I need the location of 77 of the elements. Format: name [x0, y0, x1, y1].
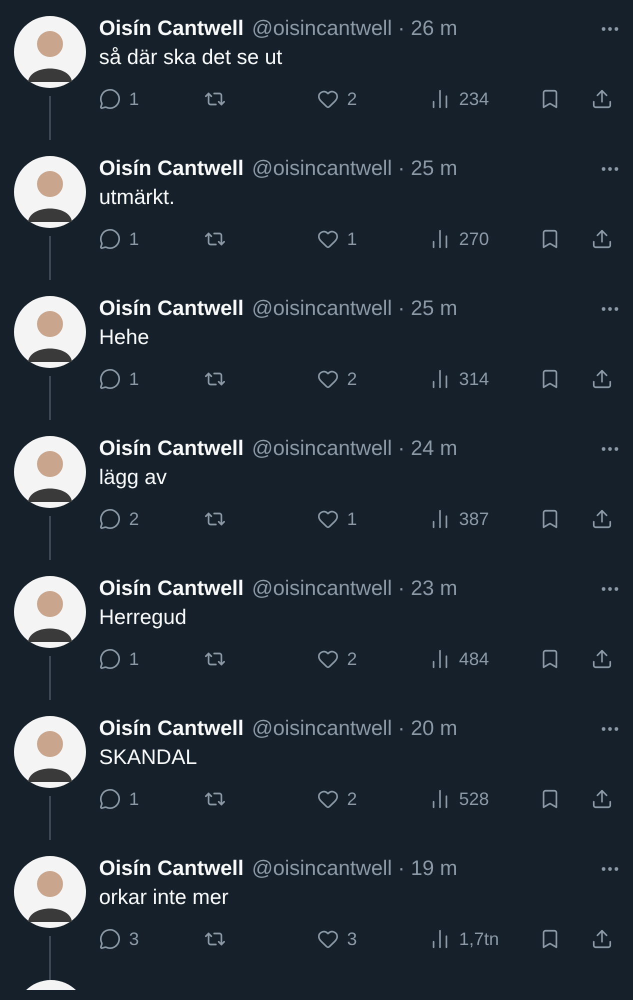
speech-bubble-icon — [99, 88, 121, 110]
reply-button[interactable]: 1 — [99, 368, 140, 390]
avatar[interactable] — [14, 716, 86, 788]
handle-and-time: @oisincantwell · 20 m — [252, 717, 458, 741]
share-icon — [591, 928, 613, 950]
author-name[interactable]: Oisín Cantwell — [99, 297, 244, 321]
tweet-text: så där ska det se ut — [99, 46, 284, 71]
share-button[interactable] — [591, 788, 613, 810]
handle-and-time: @oisincantwell · 23 m — [252, 577, 458, 601]
heart-icon — [317, 508, 339, 530]
like-button[interactable]: 3 — [317, 928, 358, 950]
author-name[interactable]: Oisín Cantwell — [99, 157, 244, 181]
author-name[interactable]: Oisín Cantwell — [99, 717, 244, 741]
share-icon — [591, 788, 613, 810]
like-button[interactable]: 2 — [317, 88, 358, 110]
share-icon — [591, 508, 613, 530]
like-button[interactable]: 1 — [317, 228, 358, 250]
tweet-text: Herregud — [99, 606, 188, 631]
heart-icon — [317, 368, 339, 390]
share-button[interactable] — [591, 228, 613, 250]
avatar[interactable] — [14, 16, 86, 88]
share-button[interactable] — [591, 368, 613, 390]
avatar[interactable] — [14, 156, 86, 228]
handle-and-time: @oisincantwell · 25 m — [252, 297, 458, 321]
author-name[interactable]: Oisín Cantwell — [99, 857, 244, 881]
speech-bubble-icon — [99, 648, 121, 670]
share-icon — [591, 88, 613, 110]
like-button[interactable]: 2 — [317, 648, 358, 670]
speech-bubble-icon — [99, 228, 121, 250]
like-button[interactable]: 1 — [317, 508, 358, 530]
views-button[interactable]: 484 — [429, 648, 490, 670]
heart-icon — [317, 788, 339, 810]
handle-and-time: @oisincantwell · 25 m — [252, 157, 458, 181]
speech-bubble-icon — [99, 368, 121, 390]
speech-bubble-icon — [99, 788, 121, 810]
like-button[interactable]: 2 — [317, 368, 358, 390]
heart-icon — [317, 928, 339, 950]
tweet-text: orkar inte mer — [99, 886, 230, 911]
views-button[interactable]: 314 — [429, 368, 490, 390]
share-icon — [591, 648, 613, 670]
avatar[interactable] — [14, 856, 86, 928]
views-button[interactable]: 270 — [429, 228, 490, 250]
share-button[interactable] — [591, 648, 613, 670]
author-name[interactable]: Oisín Cantwell — [99, 437, 244, 461]
tweet-text: lägg av — [99, 466, 168, 491]
speech-bubble-icon — [99, 508, 121, 530]
avatar[interactable] — [14, 296, 86, 368]
tweet-text: SKANDAL — [99, 746, 198, 771]
share-icon — [591, 368, 613, 390]
author-name[interactable]: Oisín Cantwell — [99, 17, 244, 41]
heart-icon — [317, 648, 339, 670]
views-button[interactable]: 234 — [429, 88, 490, 110]
share-icon — [591, 228, 613, 250]
views-button[interactable]: 1,7tn — [429, 928, 500, 950]
reply-button[interactable]: 2 — [99, 508, 140, 530]
speech-bubble-icon — [99, 928, 121, 950]
like-button[interactable]: 2 — [317, 788, 358, 810]
handle-and-time: @oisincantwell · 19 m — [252, 857, 458, 881]
tweet-text: utmärkt. — [99, 186, 176, 211]
share-button[interactable] — [591, 508, 613, 530]
heart-icon — [317, 228, 339, 250]
reply-button[interactable]: 1 — [99, 788, 140, 810]
handle-and-time: @oisincantwell · 24 m — [252, 437, 458, 461]
share-button[interactable] — [591, 88, 613, 110]
handle-and-time: @oisincantwell · 26 m — [252, 17, 458, 41]
reply-button[interactable]: 1 — [99, 228, 140, 250]
views-button[interactable]: 387 — [429, 508, 490, 530]
avatar[interactable] — [14, 576, 86, 648]
author-name[interactable]: Oisín Cantwell — [99, 577, 244, 601]
reply-button[interactable]: 1 — [99, 88, 140, 110]
avatar[interactable] — [14, 436, 86, 508]
tweet-text: Hehe — [99, 326, 150, 351]
reply-button[interactable]: 1 — [99, 648, 140, 670]
share-button[interactable] — [591, 928, 613, 950]
views-button[interactable]: 528 — [429, 788, 490, 810]
heart-icon — [317, 88, 339, 110]
reply-button[interactable]: 3 — [99, 928, 140, 950]
